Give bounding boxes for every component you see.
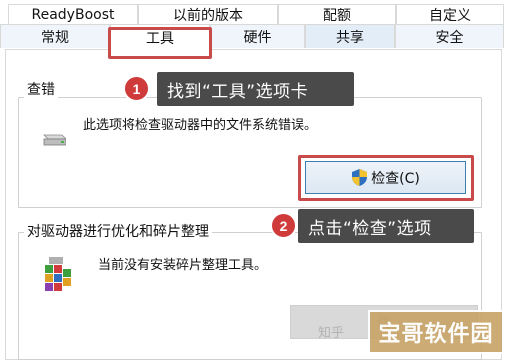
tools-tab-highlight [108, 27, 212, 59]
tab-customize[interactable]: 自定义 [396, 4, 504, 24]
check-button[interactable]: 检查(C) [305, 161, 466, 194]
tab-label: 自定义 [429, 7, 471, 24]
tab-row-top: ReadyBoost 以前的版本 配额 自定义 [0, 0, 511, 24]
callout-click-check: 点击“检查”选项 [298, 209, 474, 243]
callout-find-tools-tab: 找到“工具”选项卡 [157, 72, 354, 106]
tab-label: 常规 [41, 29, 69, 46]
tab-label: 以前的版本 [173, 7, 243, 24]
zhihu-watermark: 知乎 [318, 326, 345, 341]
check-button-label: 检查(C) [371, 170, 420, 187]
error-check-title: 查错 [24, 81, 58, 99]
tab-general[interactable]: 常规 [0, 24, 110, 48]
tab-quota[interactable]: 配额 [278, 4, 396, 24]
defrag-icon [45, 257, 71, 291]
optimize-title: 对驱动器进行优化和碎片整理 [24, 223, 212, 241]
site-watermark: 宝哥软件园 [368, 310, 504, 354]
drive-icon [43, 134, 66, 146]
tab-previous-versions[interactable]: 以前的版本 [138, 4, 278, 24]
error-check-description: 此选项将检查驱动器中的文件系统错误。 [83, 118, 318, 133]
tab-label: 配额 [323, 7, 351, 24]
tab-label: 安全 [435, 29, 464, 46]
tab-label: ReadyBoost [31, 6, 115, 23]
optimize-description: 当前没有安装碎片整理工具。 [98, 258, 268, 273]
step-badge-1: 1 [123, 75, 150, 102]
callout-text: 找到“工具”选项卡 [167, 81, 309, 102]
tab-hardware[interactable]: 硬件 [210, 24, 305, 48]
step-badge-2: 2 [270, 212, 297, 239]
tab-label: 硬件 [243, 29, 272, 46]
callout-text: 点击“检查”选项 [308, 218, 432, 239]
tab-readyboost[interactable]: ReadyBoost [8, 4, 138, 24]
tab-label: 共享 [336, 29, 364, 46]
tab-sharing[interactable]: 共享 [305, 24, 395, 48]
tab-security[interactable]: 安全 [395, 24, 504, 48]
tab-row-bottom: 常规 工具 硬件 共享 安全 [0, 24, 511, 50]
shield-icon [352, 169, 368, 186]
